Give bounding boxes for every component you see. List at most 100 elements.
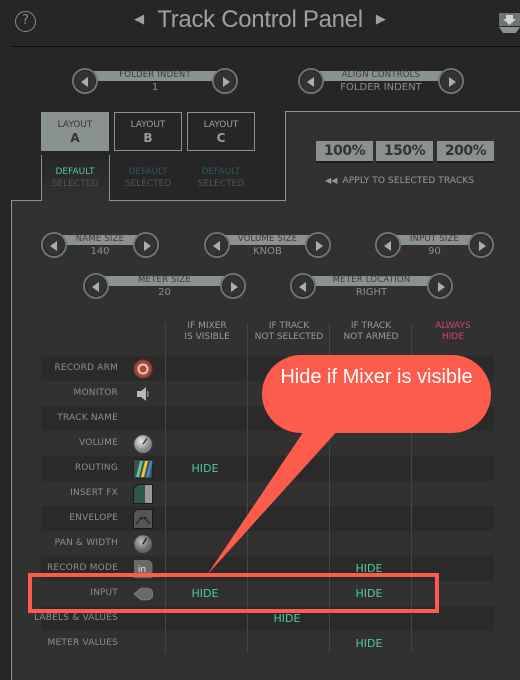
column-header-line: ALWAYS	[435, 321, 471, 331]
grid-row-routing: ROUTING HIDE	[41, 456, 494, 481]
column-header-not-armed: IF TRACK NOT ARMED	[331, 321, 411, 343]
pan-knob-icon	[133, 534, 153, 554]
meter-location-control: METER LOCATION RIGHT	[290, 273, 453, 299]
control-value: KNOB	[253, 246, 282, 257]
layout-tab-title: LAYOUT	[57, 120, 93, 130]
column-header-line: IF MIXER	[187, 321, 227, 331]
record-arm-icon	[133, 359, 153, 379]
layout-tab-letter: B	[143, 131, 153, 145]
control-label: VOLUME SIZE	[237, 234, 298, 244]
panel-border	[109, 200, 286, 201]
decrease-button[interactable]	[72, 68, 98, 94]
input-row-highlight	[28, 573, 439, 613]
name-size-control: NAME SIZE 140	[41, 232, 159, 258]
panel-border	[109, 155, 110, 201]
row-label: INSERT FX	[70, 488, 118, 498]
download-icon[interactable]	[499, 13, 520, 33]
default-label: DEFAULT	[128, 167, 168, 177]
chevron-right-icon	[449, 77, 456, 87]
chevron-left-icon	[384, 241, 391, 251]
chevron-right-icon	[479, 241, 486, 251]
increase-button[interactable]	[220, 273, 246, 299]
meter-size-control: METER SIZE 20	[83, 273, 246, 299]
control-value: 140	[90, 246, 110, 257]
control-value: RIGHT	[355, 287, 388, 298]
chevron-right-icon	[223, 77, 230, 87]
envelope-icon	[133, 509, 153, 529]
decrease-button[interactable]	[41, 232, 67, 258]
increase-button[interactable]	[427, 273, 453, 299]
increase-button[interactable]	[133, 232, 159, 258]
panel-border	[285, 111, 286, 201]
decrease-button[interactable]	[298, 68, 324, 94]
layout-tab-a[interactable]: LAYOUT A	[41, 112, 109, 151]
column-header-line: NOT ARMED	[343, 332, 399, 342]
chevron-left-icon	[213, 241, 220, 251]
default-label: DEFAULT	[201, 167, 241, 177]
layout-tab-letter: A	[70, 131, 80, 145]
align-controls-control: ALIGN CONTROLS FOLDER INDENT	[298, 68, 464, 94]
header-divider	[11, 46, 520, 47]
layout-b-status[interactable]: DEFAULT SELECTED	[114, 166, 182, 190]
apply-to-selected-tracks[interactable]: ◀◀ APPLY TO SELECTED TRACKS	[325, 176, 474, 186]
chevron-left-icon	[81, 77, 88, 87]
chevron-left-icon	[307, 77, 314, 87]
column-header-mixer-visible: IF MIXER IS VISIBLE	[167, 321, 247, 343]
column-header-line: HIDE	[441, 332, 465, 342]
next-panel-arrow-icon[interactable]: ▶	[368, 12, 394, 27]
layout-tab-letter: C	[216, 131, 226, 145]
row-label: PAN & WIDTH	[54, 538, 118, 548]
grid-row-meter-values: METER VALUES HIDE	[41, 631, 494, 656]
row-label: RECORD ARM	[54, 363, 118, 373]
insert-fx-icon	[133, 484, 153, 504]
decrease-button[interactable]	[204, 232, 230, 258]
grid-row-insert-fx: INSERT FX	[41, 481, 494, 506]
row-label: TRACK NAME	[57, 413, 118, 423]
chevron-right-icon	[438, 282, 445, 292]
header: ? ◀ Track Control Panel ▶	[0, 0, 520, 46]
annotation-callout: Hide if Mixer is visible	[262, 355, 491, 433]
prev-panel-arrow-icon[interactable]: ◀	[126, 12, 152, 27]
scale-100-button[interactable]: 100%	[316, 141, 373, 161]
row-label: MONITOR	[73, 388, 118, 398]
chevron-right-icon	[144, 241, 151, 251]
panel-border	[11, 200, 42, 201]
grid-row-envelope: ENVELOPE	[41, 506, 494, 531]
layout-tab-title: LAYOUT	[130, 120, 166, 130]
layout-c-status[interactable]: DEFAULT SELECTED	[187, 166, 255, 190]
chevron-left-icon	[92, 282, 99, 292]
chevron-right-icon	[316, 241, 323, 251]
column-header-line: IF TRACK	[350, 321, 392, 331]
layout-tab-c[interactable]: LAYOUT C	[187, 112, 255, 151]
hide-toggle-on[interactable]: HIDE	[165, 456, 245, 481]
control-value: 1	[151, 82, 159, 93]
scale-150-button[interactable]: 150%	[376, 141, 433, 161]
control-label: INPUT SIZE	[409, 234, 460, 244]
volume-size-control: VOLUME SIZE KNOB	[204, 232, 331, 258]
control-label: NAME SIZE	[75, 234, 125, 244]
layout-tab-title: LAYOUT	[203, 120, 239, 130]
control-label: METER SIZE	[138, 275, 191, 285]
decrease-button[interactable]	[375, 232, 401, 258]
knob-icon	[133, 434, 153, 454]
decrease-button[interactable]	[83, 273, 109, 299]
column-header-line: IF TRACK	[268, 321, 310, 331]
decrease-button[interactable]	[290, 273, 316, 299]
increase-button[interactable]	[438, 68, 464, 94]
hide-toggle-on[interactable]: HIDE	[329, 631, 409, 656]
increase-button[interactable]	[468, 232, 494, 258]
control-label: ALIGN CONTROLS	[341, 70, 421, 80]
chevron-left-icon	[50, 241, 57, 251]
apply-label: APPLY TO SELECTED TRACKS	[342, 176, 475, 186]
increase-button[interactable]	[305, 232, 331, 258]
selected-label: SELECTED	[51, 179, 99, 189]
control-value: 90	[428, 246, 441, 257]
control-label: METER LOCATION	[332, 275, 411, 285]
layout-tab-b[interactable]: LAYOUT B	[114, 112, 182, 151]
increase-button[interactable]	[212, 68, 238, 94]
scale-200-button[interactable]: 200%	[437, 141, 494, 161]
layout-a-status[interactable]: DEFAULT SELECTED	[41, 166, 109, 190]
routing-icon	[133, 459, 153, 479]
input-size-control: INPUT SIZE 90	[375, 232, 494, 258]
chevron-left-icon	[299, 282, 306, 292]
